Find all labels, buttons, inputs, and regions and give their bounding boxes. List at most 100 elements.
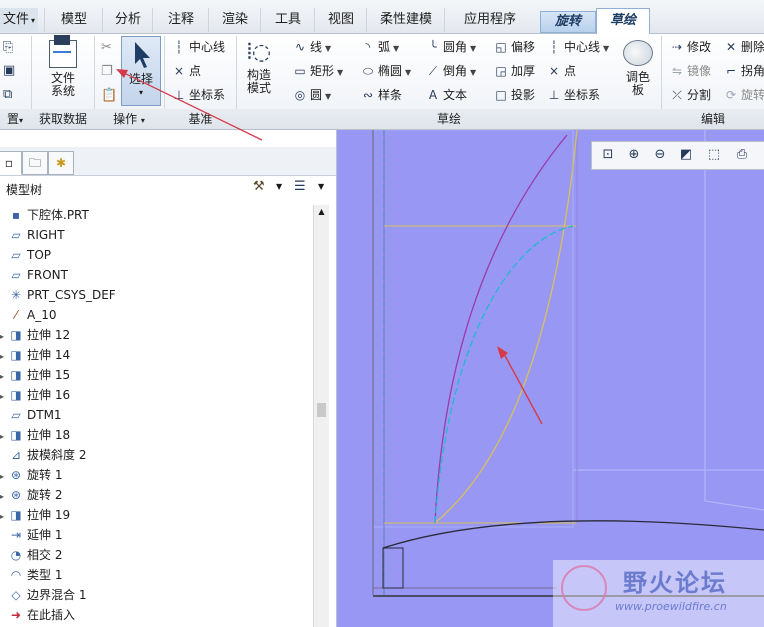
expand-arrow-icon[interactable]: ▸ xyxy=(0,327,8,347)
saved-views-icon[interactable]: ⎙ xyxy=(732,145,752,165)
sketch-setup-icon[interactable]: ⧉ xyxy=(3,87,12,102)
sketch-centerline-button[interactable]: ┆ 中心线 ▼ xyxy=(547,38,609,56)
tree-item[interactable]: ▱ DTM1 xyxy=(0,405,61,425)
spline-button[interactable]: ∾ 样条 xyxy=(361,86,402,104)
display-style-icon[interactable]: ⬚ xyxy=(704,145,724,165)
tab-revolve[interactable]: 旋转 xyxy=(540,11,596,33)
zoom-in-icon[interactable]: ⊕ xyxy=(624,145,644,165)
tree-item[interactable]: ⁄ A_10 xyxy=(0,305,57,325)
thicken-button[interactable]: ◲ 加厚 xyxy=(494,62,535,80)
tree-item[interactable]: ▸ ◨ 拉伸 12 xyxy=(0,325,70,345)
project-button[interactable]: □ 投影 xyxy=(494,86,535,104)
tab-model[interactable]: 模型 xyxy=(44,8,103,32)
zoom-out-icon[interactable]: ⊖ xyxy=(650,145,670,165)
tab-view[interactable]: 视图 xyxy=(314,8,367,32)
modify-icon: ⇢ xyxy=(671,40,683,54)
tree-item[interactable]: ✳ PRT_CSYS_DEF xyxy=(0,285,116,305)
chevron-down-icon[interactable]: ▼ xyxy=(318,182,324,191)
tree-item[interactable]: ◠ 类型 1 xyxy=(0,565,63,585)
repaint-icon[interactable]: ◩ xyxy=(676,145,696,165)
tree-item[interactable]: ▸ ⊛ 旋转 2 xyxy=(0,485,62,505)
datum-centerline-button[interactable]: ┆ 中心线 xyxy=(172,38,225,56)
group-sketch[interactable]: 草绘 xyxy=(237,111,661,127)
scroll-up-icon[interactable]: ▲ xyxy=(314,205,329,219)
chevron-down-icon[interactable]: ▼ xyxy=(276,182,282,191)
ellipse-button[interactable]: ⬭ 椭圆 ▼ xyxy=(361,62,411,80)
settings-tools-icon[interactable]: ⚒ xyxy=(253,179,265,194)
watermark-logo-icon xyxy=(561,565,607,611)
expand-arrow-icon[interactable]: ▸ xyxy=(0,487,8,507)
expand-arrow-icon[interactable]: ▸ xyxy=(0,507,8,527)
favorites-tab-icon[interactable]: ✱ xyxy=(48,151,74,175)
tree-item[interactable]: ▸ ◨ 拉伸 14 xyxy=(0,345,70,365)
fillet-button[interactable]: ╰ 圆角 ▼ xyxy=(426,38,476,56)
rotate-resize-button[interactable]: ⟳ 旋转 xyxy=(724,86,764,104)
tree-item[interactable]: ▸ ⊛ 旋转 1 xyxy=(0,465,62,485)
spline-label: 样条 xyxy=(378,88,403,102)
csys-icon: ✳ xyxy=(10,288,22,302)
tab-file[interactable]: 文件 ▾ xyxy=(0,8,38,32)
rectangle-button[interactable]: ▭ 矩形 ▼ xyxy=(293,62,343,80)
sketch-csys-button[interactable]: ⊥ 坐标系 xyxy=(547,86,600,104)
palette-icon xyxy=(623,40,653,66)
graphics-window[interactable]: 野火论坛 www.proewildfire.cn xyxy=(337,130,764,627)
group-get-data[interactable]: 获取数据 xyxy=(32,111,94,127)
tree-item-label: 拉伸 18 xyxy=(27,428,71,442)
expand-arrow-icon[interactable]: ▸ xyxy=(0,347,8,367)
tab-applications[interactable]: 应用程序 xyxy=(444,8,535,32)
scroll-thumb[interactable] xyxy=(317,403,326,417)
sketch-point-button[interactable]: × 点 xyxy=(547,62,576,80)
expand-arrow-icon[interactable]: ▸ xyxy=(0,367,8,387)
ribbon-tab-bar: 文件 ▾ 模型 分析 注释 渲染 工具 视图 柔性建模 应用程序 旋转 草绘 xyxy=(0,0,764,35)
chamfer-button[interactable]: ⟋ 倒角 ▼ xyxy=(426,62,476,80)
expand-arrow-icon[interactable]: ▸ xyxy=(0,467,8,487)
folder-browser-tab-icon[interactable]: 🗀 xyxy=(22,151,48,175)
modify-button[interactable]: ⇢ 修改 xyxy=(670,38,711,56)
model-tree-scrollbar[interactable]: ▲ xyxy=(313,205,329,627)
group-setup[interactable]: 置▾ xyxy=(0,111,30,127)
tree-item[interactable]: ▸ ◨ 拉伸 19 xyxy=(0,505,70,525)
offset-button[interactable]: ◱ 偏移 xyxy=(494,38,535,56)
tree-item[interactable]: ⊿ 拔模斜度 2 xyxy=(0,445,86,465)
tab-annotate[interactable]: 注释 xyxy=(152,8,209,32)
tree-item[interactable]: ◔ 相交 2 xyxy=(0,545,63,565)
setup-icon[interactable]: ⎘ xyxy=(3,40,13,55)
text-icon: A xyxy=(428,88,438,102)
tree-item[interactable]: ▱ RIGHT xyxy=(0,225,64,245)
tree-item[interactable]: ◇ 边界混合 1 xyxy=(0,585,86,605)
tab-sketch[interactable]: 草绘 xyxy=(596,8,650,35)
tree-item[interactable]: ▸ ◨ 拉伸 18 xyxy=(0,425,70,445)
tab-tools[interactable]: 工具 xyxy=(260,8,315,32)
arc-button[interactable]: ◝ 弧 ▼ xyxy=(361,38,400,56)
corner-button[interactable]: ⌐ 拐角 xyxy=(724,62,764,80)
file-system-button[interactable]: 文件 系统 xyxy=(38,35,88,98)
group-edit[interactable]: 编辑 xyxy=(662,111,764,127)
tree-item[interactable]: ▱ TOP xyxy=(0,245,51,265)
palette-button[interactable]: 调色 板 xyxy=(620,40,656,97)
reference-icon[interactable]: ▣ xyxy=(3,63,15,78)
circle-button[interactable]: ◎ 圆 ▼ xyxy=(293,86,331,104)
refit-icon[interactable]: ⊡ xyxy=(598,145,618,165)
tree-item[interactable]: ▸ ◨ 拉伸 15 xyxy=(0,365,70,385)
line-button[interactable]: ∿ 线 ▼ xyxy=(293,38,331,56)
tab-render[interactable]: 渲染 xyxy=(208,8,261,32)
tab-sketch-label: 草绘 xyxy=(609,13,636,28)
tree-item[interactable]: ▪ 下腔体.PRT xyxy=(0,205,89,225)
tree-item[interactable]: ▸ ◨ 拉伸 16 xyxy=(0,385,70,405)
tree-item[interactable]: ⇥ 延伸 1 xyxy=(0,525,62,545)
cut-icon[interactable]: ✂ xyxy=(101,40,112,55)
sketch-point-label: 点 xyxy=(564,64,577,78)
tree-item[interactable]: ➜ 在此插入 xyxy=(0,605,75,625)
mirror-button[interactable]: ⇋ 镜像 xyxy=(670,62,711,80)
show-list-icon[interactable]: ☰ xyxy=(294,179,306,194)
tab-flexible-modeling[interactable]: 柔性建模 xyxy=(366,8,445,32)
divide-button[interactable]: ⤫ 分割 xyxy=(670,86,711,104)
delete-segment-button[interactable]: ✕ 删除 xyxy=(724,38,764,56)
text-button[interactable]: A 文本 xyxy=(426,86,467,104)
tree-item[interactable]: ▱ FRONT xyxy=(0,265,68,285)
sketch-geometry xyxy=(372,130,764,597)
tab-analysis[interactable]: 分析 xyxy=(102,8,153,32)
expand-arrow-icon[interactable]: ▸ xyxy=(0,427,8,447)
model-tree-tab-icon[interactable]: ▫ xyxy=(0,151,22,175)
expand-arrow-icon[interactable]: ▸ xyxy=(0,387,8,407)
